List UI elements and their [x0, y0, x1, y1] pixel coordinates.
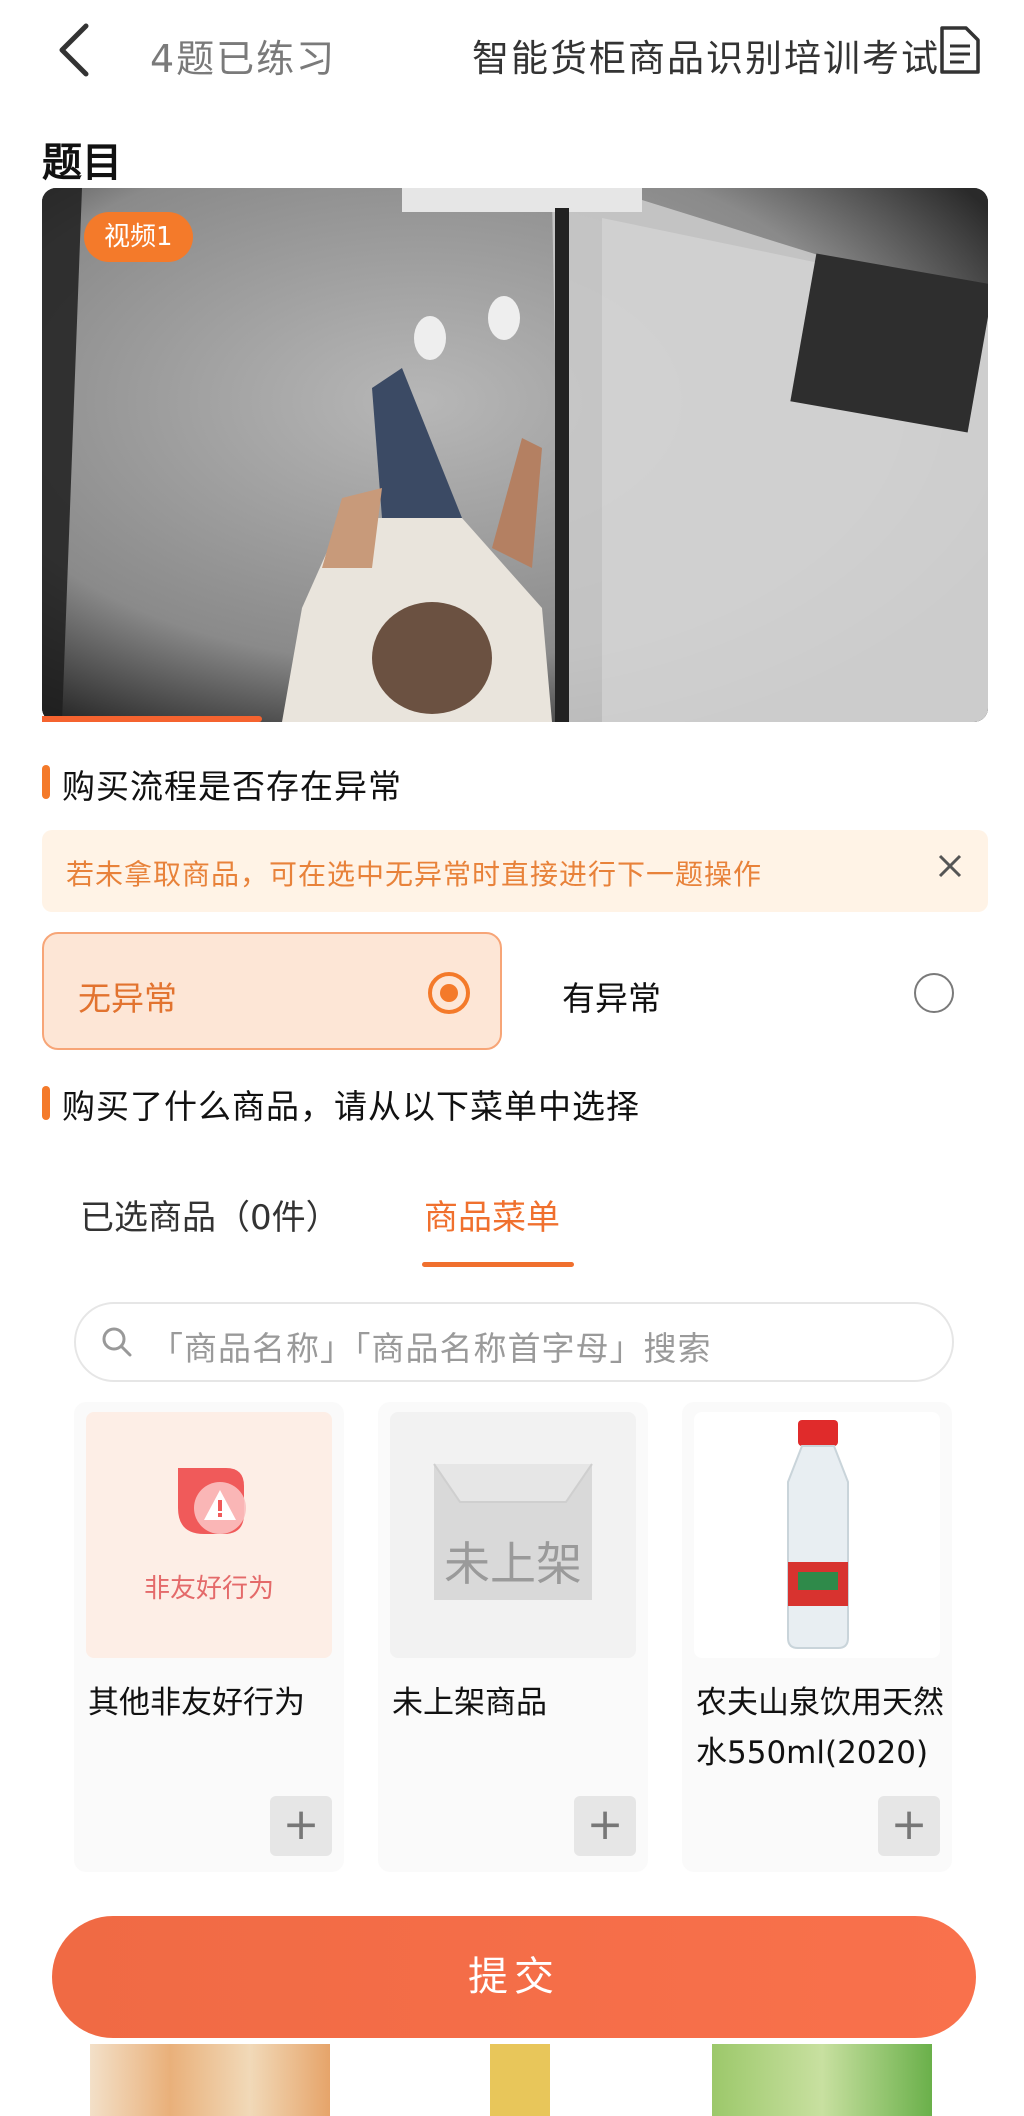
chevron-left-icon: [59, 23, 89, 77]
product-image: [490, 2044, 550, 2116]
tab-selected-products[interactable]: 已选商品（0件）: [80, 1190, 340, 1239]
product-name: 农夫山泉饮用天然水550ml(2020): [696, 1685, 944, 1771]
question-title: 购买了什么商品，请从以下菜单中选择: [62, 1087, 640, 1126]
submit-button[interactable]: 提交: [52, 1916, 976, 2038]
document-icon[interactable]: [938, 24, 982, 76]
video-player[interactable]: [42, 188, 988, 722]
video-frame: [42, 188, 988, 722]
add-product-button[interactable]: +: [574, 1796, 636, 1856]
tab-active-indicator: [422, 1262, 574, 1267]
question-marker: [42, 765, 50, 799]
product-image: [86, 1412, 332, 1658]
close-notice-button[interactable]: [932, 848, 968, 884]
exam-title: 智能货柜商品识别培训考试: [472, 37, 940, 80]
add-product-button[interactable]: +: [270, 1796, 332, 1856]
question-marker: [42, 1086, 50, 1120]
product-image-label: 未上架: [444, 1537, 582, 1591]
question-title: 购买流程是否存在异常: [62, 767, 402, 806]
option-abnormality[interactable]: 有异常: [562, 972, 661, 1020]
search-placeholder: 「商品名称」「商品名称首字母」搜索: [150, 1329, 712, 1368]
practice-progress: 4题已练习: [150, 37, 337, 81]
option-label: 无异常: [78, 979, 177, 1018]
water-bottle-image: [787, 1420, 849, 1649]
page-title: 题目: [42, 140, 122, 186]
product-image-label: 非友好行为: [143, 1574, 274, 1604]
video-progress-bar[interactable]: [42, 716, 262, 722]
back-button[interactable]: [52, 20, 100, 80]
product-image: [712, 2044, 932, 2116]
close-icon: [938, 854, 962, 878]
product-name: 未上架商品: [392, 1685, 547, 1721]
notice-text: 若未拿取商品，可在选中无异常时直接进行下一题操作: [66, 858, 763, 891]
tab-product-menu[interactable]: 商品菜单: [424, 1190, 560, 1239]
product-name: 其他非友好行为: [88, 1685, 305, 1721]
radio-selected[interactable]: [428, 972, 470, 1014]
product-image: [694, 1412, 940, 1658]
warning-icon: [178, 1468, 246, 1534]
video-badge: 视频1: [84, 212, 193, 262]
radio-unselected[interactable]: [914, 973, 954, 1013]
search-icon: [100, 1325, 134, 1359]
product-image: [90, 2044, 330, 2116]
add-product-button[interactable]: +: [878, 1796, 940, 1856]
